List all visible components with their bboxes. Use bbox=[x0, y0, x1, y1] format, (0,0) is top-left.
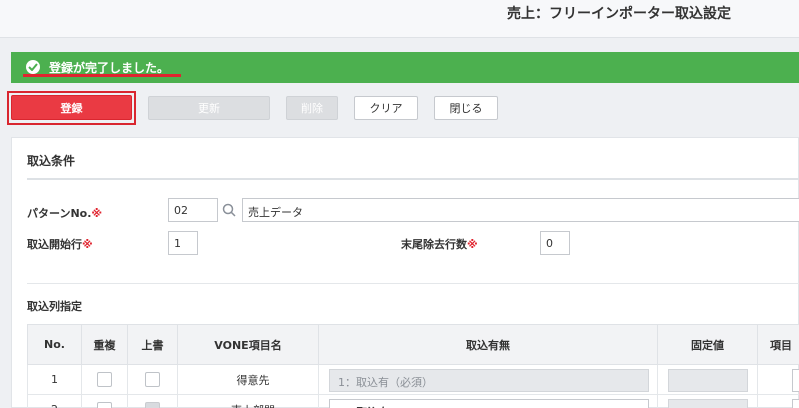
duplicate-checkbox[interactable] bbox=[97, 372, 112, 387]
item-field[interactable] bbox=[792, 369, 799, 392]
vone-item-name: 得意先 bbox=[177, 364, 319, 395]
columns-title: 取込列指定 bbox=[27, 300, 82, 313]
row-no: 2 bbox=[27, 394, 82, 408]
header-duplicate: 重複 bbox=[81, 324, 128, 365]
title-bar: 売上：フリーインポーター取込設定 bbox=[0, 0, 799, 38]
clear-button[interactable]: クリア bbox=[354, 96, 418, 120]
register-button[interactable]: 登録 bbox=[11, 95, 132, 120]
pattern-label: パターンNo.※ bbox=[27, 207, 103, 220]
delete-button[interactable]: 削除 bbox=[286, 96, 338, 120]
table-row: 2 売上部門 1：取込有 bbox=[27, 394, 799, 408]
message-underline bbox=[23, 74, 181, 77]
settings-panel: 取込条件 パターンNo.※ 02 売上データ 取込開始行※ 1 末尾除去行数※ … bbox=[11, 137, 799, 408]
start-row-label: 取込開始行※ bbox=[27, 238, 93, 251]
duplicate-checkbox[interactable] bbox=[97, 402, 112, 408]
import-select[interactable]: 1：取込有 bbox=[329, 399, 649, 408]
update-button[interactable]: 更新 bbox=[148, 96, 270, 120]
vone-item-name: 売上部門 bbox=[177, 394, 319, 408]
header-import: 取込有無 bbox=[318, 324, 658, 365]
table-header-row: No. 重複 上書 VONE項目名 取込有無 固定値 項目 bbox=[27, 324, 799, 365]
tail-skip-input[interactable]: 0 bbox=[540, 231, 570, 255]
search-icon[interactable] bbox=[222, 203, 236, 217]
row-no: 1 bbox=[27, 364, 82, 395]
pattern-name-field[interactable]: 売上データ bbox=[242, 198, 799, 222]
page-title: 売上：フリーインポーター取込設定 bbox=[507, 6, 731, 22]
check-circle-icon bbox=[26, 60, 40, 74]
conditions-title: 取込条件 bbox=[27, 154, 76, 168]
overwrite-checkbox[interactable] bbox=[145, 372, 160, 387]
required-mark: ※ bbox=[91, 207, 103, 220]
tail-skip-label: 末尾除去行数※ bbox=[401, 238, 478, 251]
header-no: No. bbox=[27, 324, 82, 365]
success-banner: 登録が完了しました。 bbox=[11, 52, 799, 83]
header-overwrite: 上書 bbox=[127, 324, 178, 365]
required-mark: ※ bbox=[467, 238, 478, 251]
column-mapping-table: No. 重複 上書 VONE項目名 取込有無 固定値 項目 1 得意先 1：取込… bbox=[27, 324, 799, 408]
header-vone-item: VONE項目名 bbox=[177, 324, 319, 365]
item-field[interactable] bbox=[792, 399, 799, 408]
header-fixed-value: 固定値 bbox=[657, 324, 758, 365]
section-divider bbox=[27, 178, 799, 180]
import-select[interactable]: 1：取込有（必須） bbox=[329, 369, 649, 392]
pattern-no-input[interactable]: 02 bbox=[168, 198, 218, 222]
fixed-value-field[interactable] bbox=[668, 399, 748, 408]
required-mark: ※ bbox=[82, 238, 93, 251]
overwrite-checkbox[interactable] bbox=[145, 402, 160, 408]
header-item: 項目 bbox=[757, 324, 799, 365]
fixed-value-field[interactable] bbox=[668, 369, 748, 392]
table-row: 1 得意先 1：取込有（必須） bbox=[27, 364, 799, 395]
close-button[interactable]: 閉じる bbox=[434, 96, 498, 120]
start-row-input[interactable]: 1 bbox=[168, 231, 198, 255]
divider bbox=[27, 283, 799, 284]
